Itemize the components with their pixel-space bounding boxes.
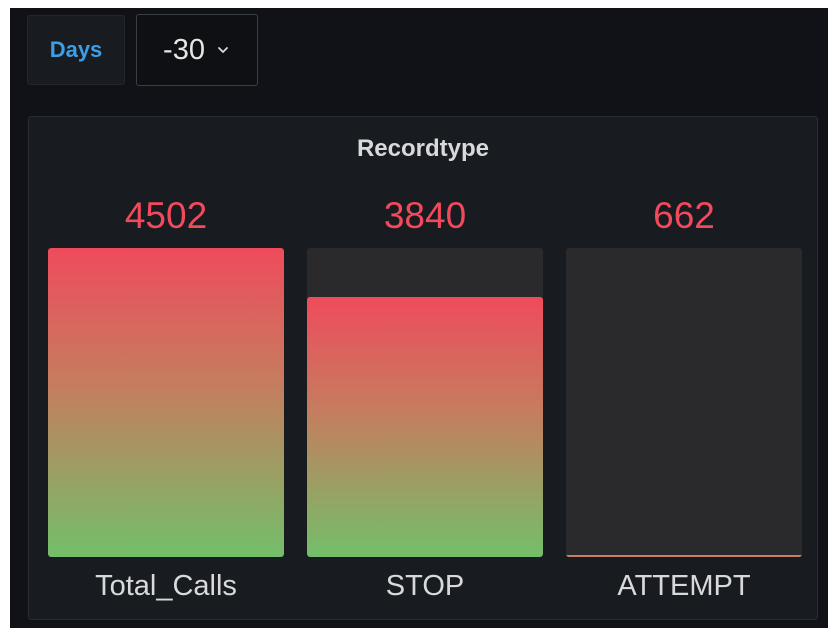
- days-variable-value: -30: [163, 33, 205, 66]
- bar-attempt: 662 ATTEMPT: [566, 117, 802, 621]
- bar-value-attempt: 662: [653, 195, 715, 236]
- bar-label-attempt: ATTEMPT: [617, 570, 751, 602]
- bar-value-total-calls: 4502: [124, 195, 208, 236]
- bar-value-stop: 3840: [383, 195, 467, 236]
- recordtype-panel: Recordtype 4502 Total_Calls 3840 STOP 66…: [28, 116, 818, 620]
- bar-track-stop: [307, 248, 543, 557]
- bar-fill-attempt: [566, 555, 802, 557]
- bar-stop: 3840 STOP: [307, 117, 543, 621]
- chevron-down-icon: [218, 47, 228, 53]
- bar-label-total-calls: Total_Calls: [95, 570, 237, 602]
- bar-track-total-calls: [48, 248, 284, 557]
- bar-label-stop: STOP: [385, 570, 465, 602]
- bar-total-calls: 4502 Total_Calls: [48, 117, 284, 621]
- days-variable-label: Days: [27, 15, 125, 85]
- bar-fill-total-calls: [48, 248, 284, 557]
- bar-fill-stop: [307, 297, 543, 557]
- bar-track-attempt: [566, 248, 802, 557]
- days-variable-dropdown[interactable]: -30: [136, 14, 258, 86]
